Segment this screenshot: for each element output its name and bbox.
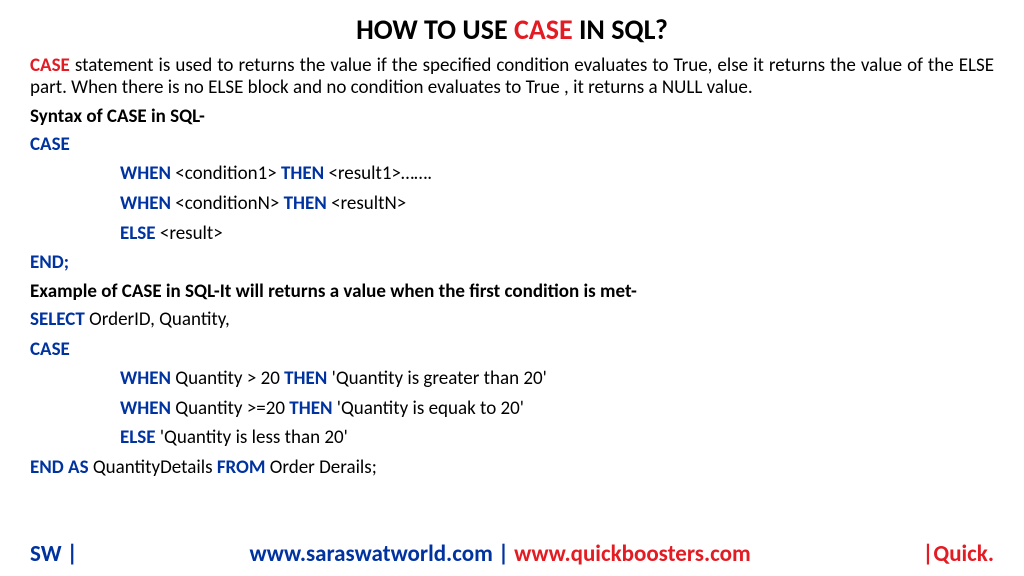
title-keyword: CASE <box>514 12 573 47</box>
example-heading: Example of CASE in SQL-It will returns a… <box>30 280 994 303</box>
footer-center: www.saraswatworld.com | www.quickbooster… <box>78 540 923 568</box>
keyword-then: THEN <box>284 192 327 215</box>
title-prefix: HOW TO USE <box>356 12 514 47</box>
keyword-then: THEN <box>289 397 332 420</box>
example-when1: WHEN Quantity > 20 THEN 'Quantity is gre… <box>30 366 994 392</box>
ex-cond2: Quantity >=20 <box>171 397 289 420</box>
page-title: HOW TO USE CASE IN SQL? <box>30 12 994 47</box>
footer: SW | www.saraswatworld.com | www.quickbo… <box>0 540 1024 568</box>
res1: <result1>……. <box>324 162 432 185</box>
keyword-when: WHEN <box>120 162 171 185</box>
keyword-when: WHEN <box>120 192 171 215</box>
ex-cond1: Quantity > 20 <box>171 367 284 390</box>
keyword-then: THEN <box>281 162 324 185</box>
select-cols: OrderID, Quantity, <box>85 308 230 331</box>
syntax-whenN: WHEN <conditionN> THEN <resultN> <box>30 191 994 217</box>
cond1: <condition1> <box>171 162 281 185</box>
intro-text: statement is used to returns the value i… <box>30 54 994 99</box>
example-endas: END AS QuantityDetails FROM Order Derail… <box>30 455 994 481</box>
endas-val: QuantityDetails <box>89 456 217 479</box>
syntax-case: CASE <box>30 132 994 158</box>
ex-else-res: 'Quantity is less than 20' <box>156 426 348 449</box>
footer-left: SW | <box>30 540 78 568</box>
footer-right: |Quick. <box>922 540 994 568</box>
resN: <resultN> <box>327 192 406 215</box>
footer-url-1: www.saraswatworld.com | <box>249 540 514 568</box>
keyword-else: ELSE <box>120 426 156 449</box>
keyword-case: CASE <box>30 338 70 361</box>
title-suffix: IN SQL? <box>573 12 668 47</box>
example-case: CASE <box>30 337 994 363</box>
keyword-select: SELECT <box>30 308 85 331</box>
example-else: ELSE 'Quantity is less than 20' <box>30 425 994 451</box>
intro-keyword: CASE <box>30 54 70 77</box>
else-res: <result> <box>156 222 223 245</box>
keyword-when: WHEN <box>120 367 171 390</box>
keyword-when: WHEN <box>120 397 171 420</box>
example-select: SELECT OrderID, Quantity, <box>30 307 994 333</box>
keyword-from: FROM <box>217 456 266 479</box>
keyword-else: ELSE <box>120 222 156 245</box>
keyword-end: END; <box>30 251 69 274</box>
syntax-when1: WHEN <condition1> THEN <result1>……. <box>30 161 994 187</box>
keyword-endas: END AS <box>30 456 89 479</box>
syntax-end: END; <box>30 250 994 276</box>
syntax-else: ELSE <result> <box>30 221 994 247</box>
ex-res1: 'Quantity is greater than 20' <box>327 367 547 390</box>
keyword-case: CASE <box>30 133 70 156</box>
keyword-then: THEN <box>284 367 327 390</box>
ex-res2: 'Quantity is equak to 20' <box>332 397 524 420</box>
intro-paragraph: CASE statement is used to returns the va… <box>30 55 994 99</box>
from-val: Order Derails; <box>266 456 377 479</box>
condN: <conditionN> <box>171 192 284 215</box>
syntax-heading: Syntax of CASE in SQL- <box>30 105 994 128</box>
example-when2: WHEN Quantity >=20 THEN 'Quantity is equ… <box>30 396 994 422</box>
footer-url-2: www.quickboosters.com <box>514 540 751 568</box>
